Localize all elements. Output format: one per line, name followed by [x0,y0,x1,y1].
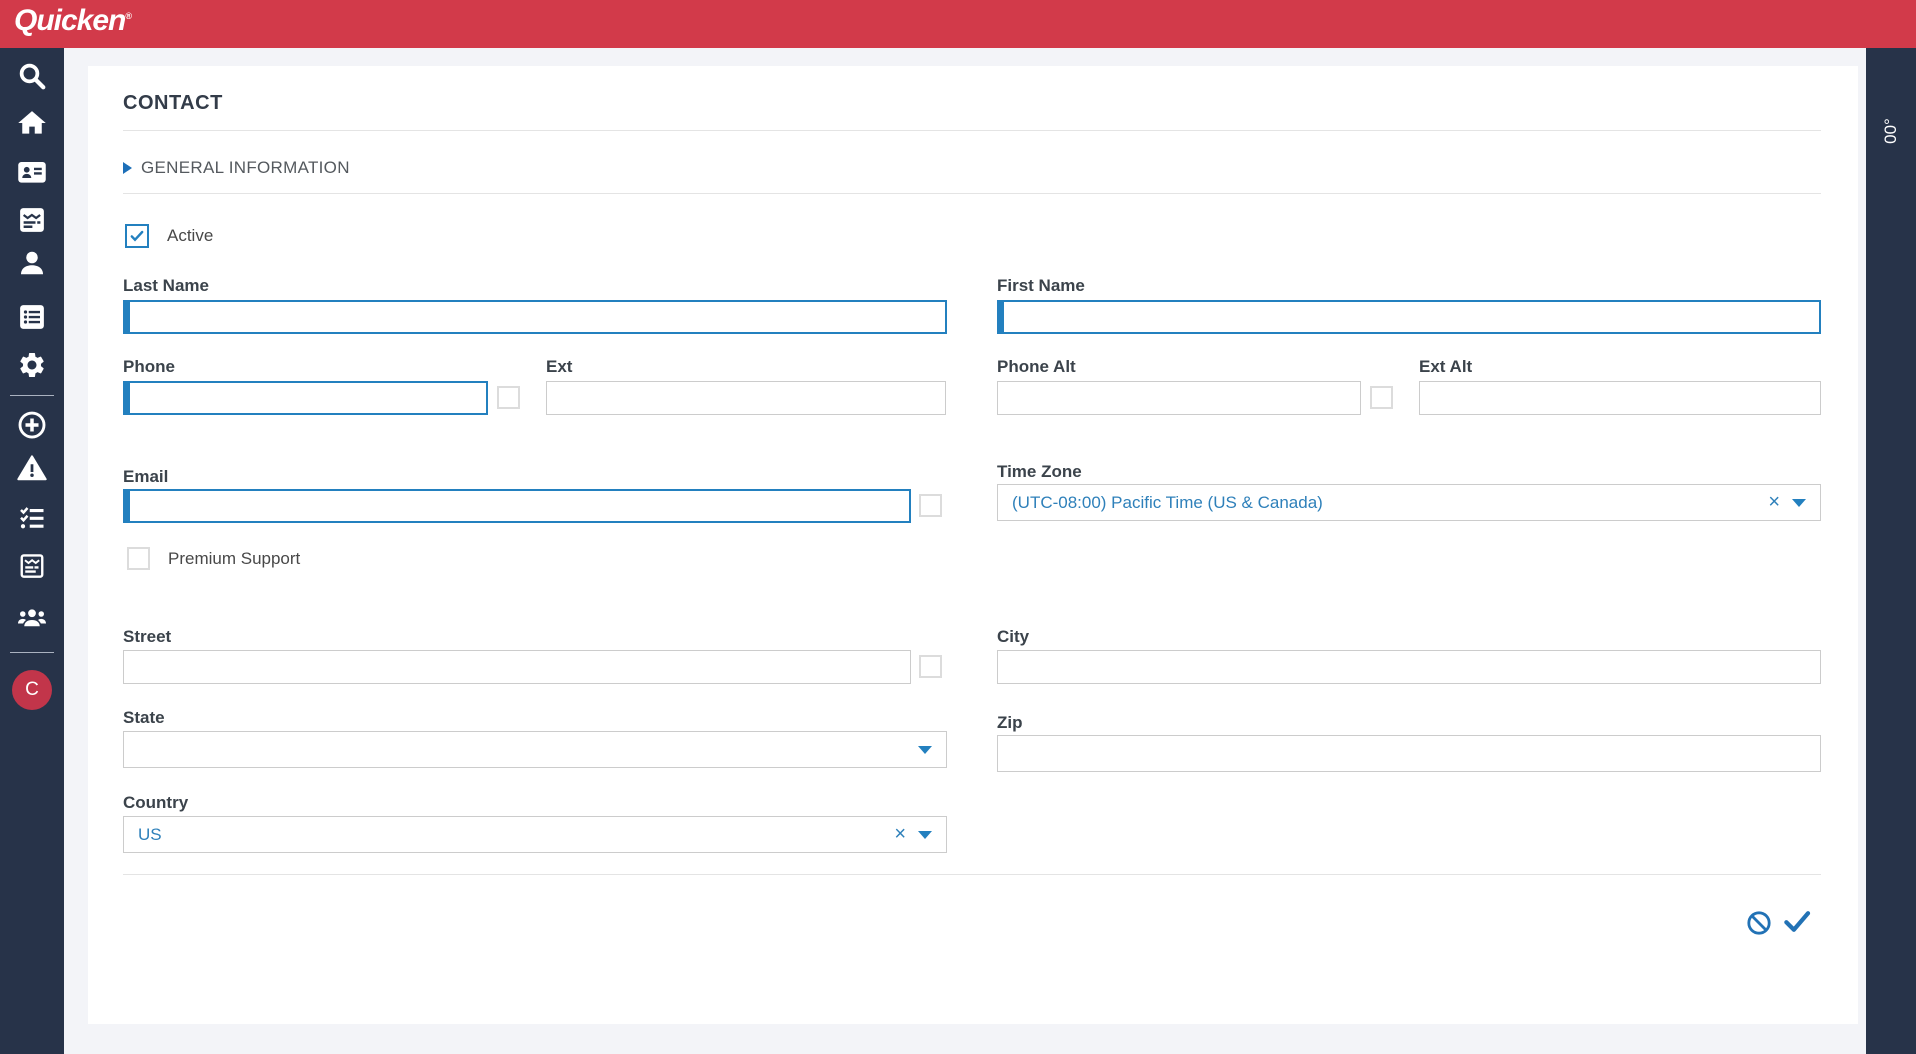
phone-alt-checkbox[interactable] [1370,386,1393,409]
notes-icon[interactable] [12,546,52,586]
phone-label: Phone [123,357,175,377]
ban-icon [1746,910,1772,936]
chevron-down-icon[interactable] [918,746,932,754]
email-checkbox[interactable] [919,494,942,517]
quicken-logo: Quicken® [14,4,131,38]
last-name-input[interactable] [123,300,947,334]
state-label: State [123,708,165,728]
street-label: Street [123,627,171,647]
news-icon[interactable] [12,200,52,240]
phone-alt-input[interactable] [997,381,1361,415]
divider [123,130,1821,131]
avatar-initial: C [25,679,39,701]
active-label: Active [167,226,213,246]
email-label: Email [123,467,168,487]
active-checkbox[interactable] [125,224,149,248]
time-zone-clear-icon[interactable]: × [1768,491,1780,514]
check-icon [1782,906,1812,936]
check-icon [129,228,145,244]
section-title: GENERAL INFORMATION [141,158,350,178]
people-icon[interactable] [12,598,52,638]
right-panel-collapsed: 00° [1866,48,1916,1054]
premium-support-label: Premium Support [168,549,300,569]
gear-icon[interactable] [12,345,52,385]
section-general-information[interactable]: GENERAL INFORMATION [123,158,350,178]
warning-icon[interactable] [12,448,52,488]
home-icon[interactable] [12,103,52,143]
divider [123,193,1821,194]
time-zone-value: (UTC-08:00) Pacific Time (US & Canada) [1012,493,1768,513]
phone-checkbox[interactable] [497,386,520,409]
country-label: Country [123,793,188,813]
ext-alt-input[interactable] [1419,381,1821,415]
zip-input[interactable] [997,735,1821,772]
premium-support-row: Premium Support [127,547,300,570]
phone-alt-label: Phone Alt [997,357,1076,377]
add-circle-icon[interactable] [12,405,52,445]
address-card-icon[interactable] [12,152,52,192]
active-row: Active [125,224,213,248]
chevron-down-icon[interactable] [1792,499,1806,507]
premium-support-checkbox[interactable] [127,547,150,570]
phone-input[interactable] [123,381,488,415]
list-icon[interactable] [12,297,52,337]
last-name-label: Last Name [123,276,209,296]
app-header: Quicken® [0,0,1916,48]
time-zone-label: Time Zone [997,462,1082,482]
ext-input[interactable] [546,381,946,415]
email-input[interactable] [123,489,911,523]
ext-label: Ext [546,357,572,377]
first-name-input[interactable] [997,300,1821,334]
country-value: US [138,825,894,845]
chevron-down-icon[interactable] [918,831,932,839]
time-zone-select[interactable]: (UTC-08:00) Pacific Time (US & Canada) × [997,484,1821,521]
avatar[interactable]: C [12,670,52,710]
temperature-badge[interactable]: 00° [1866,106,1916,156]
country-clear-icon[interactable]: × [894,823,906,846]
country-select[interactable]: US × [123,816,947,853]
tasks-icon[interactable] [12,498,52,538]
ext-alt-label: Ext Alt [1419,357,1472,377]
state-select[interactable] [123,731,947,768]
user-icon[interactable] [12,243,52,283]
zip-label: Zip [997,713,1023,733]
sidebar: C [0,48,64,1054]
city-input[interactable] [997,650,1821,684]
first-name-label: First Name [997,276,1085,296]
sidebar-divider [10,395,54,396]
city-label: City [997,627,1029,647]
caret-right-icon [123,162,132,174]
sidebar-divider [10,652,54,653]
cancel-button[interactable] [1746,910,1772,941]
search-icon[interactable] [12,56,52,96]
street-checkbox[interactable] [919,655,942,678]
logo-text: Quicken [14,4,125,37]
confirm-button[interactable] [1782,906,1812,941]
divider [123,874,1821,875]
contact-card: CONTACT GENERAL INFORMATION Active Last … [88,66,1858,1024]
street-input[interactable] [123,650,911,684]
trademark-symbol: ® [125,11,131,21]
page-title: CONTACT [123,92,223,115]
